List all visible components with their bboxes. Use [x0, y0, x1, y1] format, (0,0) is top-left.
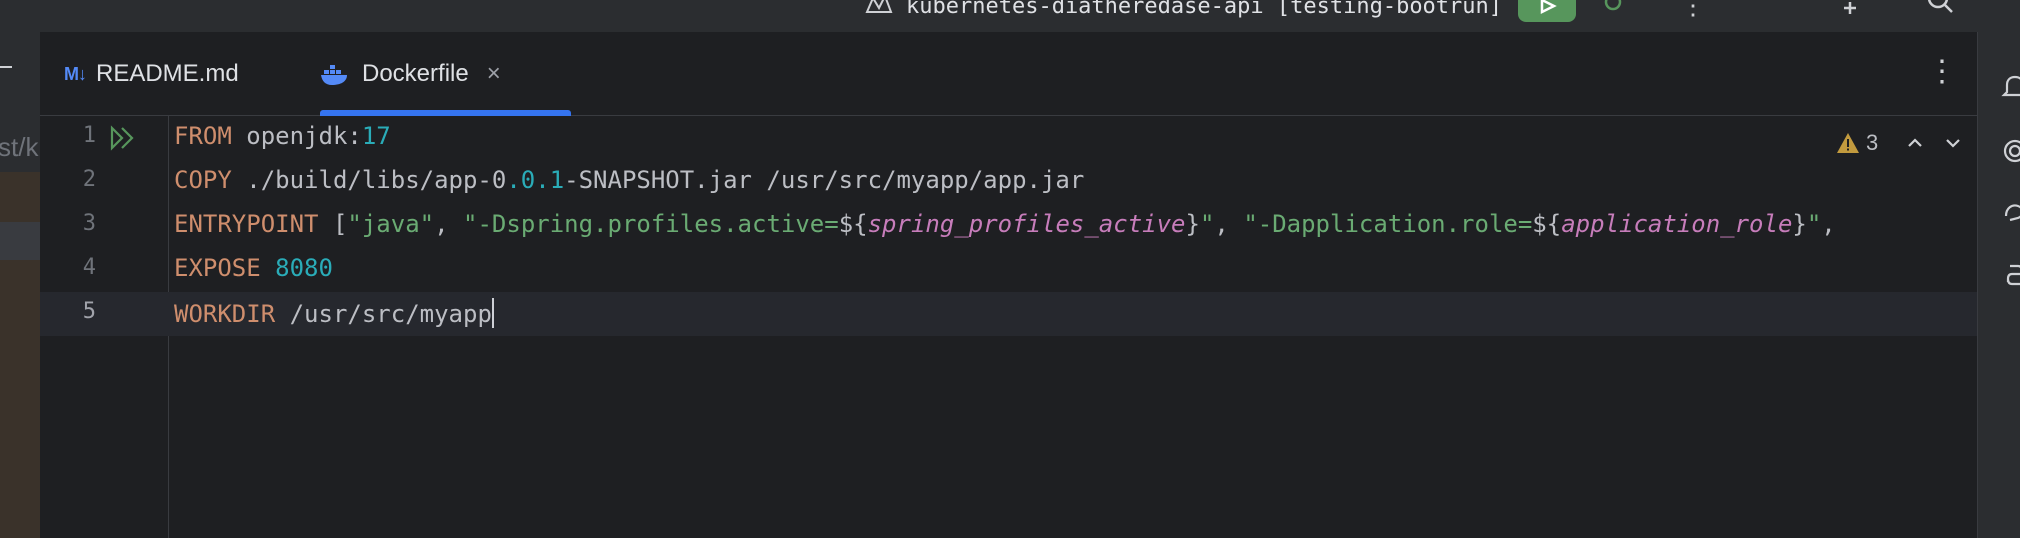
warning-icon	[1837, 133, 1859, 153]
line-number: 3	[82, 211, 96, 236]
template-variable-token: application_role	[1561, 210, 1793, 238]
code-text: ENTRYPOINT ["java", "-Dspring.profiles.a…	[174, 210, 1836, 238]
project-path-fragment[interactable]: st/k	[0, 132, 38, 163]
line-number: 4	[82, 255, 96, 280]
chevron-up-icon[interactable]	[1904, 132, 1926, 154]
more-icon[interactable]: ⋮	[1680, 0, 1706, 21]
code-token: ./build/libs/app-0	[231, 166, 507, 194]
chevron-down-icon[interactable]	[1942, 132, 1964, 154]
inspection-widget[interactable]: 3	[1836, 128, 1964, 158]
keyword-token: WORKDIR	[174, 300, 276, 328]
notifications-icon[interactable]	[2000, 72, 2020, 102]
keyword-token: FROM	[174, 122, 232, 150]
tab-dockerfile[interactable]: Dockerfile ×	[320, 32, 571, 116]
code-token: -SNAPSHOT.jar /usr/src/myapp/app.jar	[564, 166, 1085, 194]
code-line[interactable]: 2 COPY ./build/libs/app-0.0.1-SNAPSHOT.j…	[40, 160, 1977, 204]
tree-row-highlight[interactable]	[0, 260, 40, 538]
code-text: COPY ./build/libs/app-0.0.1-SNAPSHOT.jar…	[174, 166, 1084, 194]
run-button[interactable]	[1518, 0, 1576, 22]
project-icon[interactable]	[864, 0, 894, 20]
markdown-icon: M↓	[64, 63, 87, 84]
project-title[interactable]: kubernetes-diatheredase-api [testing-boo…	[906, 0, 1502, 19]
number-token: .0.1	[506, 166, 565, 194]
title-bar: kubernetes-diatheredase-api [testing-boo…	[0, 0, 2020, 32]
keyword-token: COPY	[174, 166, 232, 194]
template-variable-token: spring_profiles_active	[867, 210, 1186, 238]
close-icon[interactable]: ×	[487, 60, 501, 88]
run-gutter-icon[interactable]	[108, 124, 138, 152]
code-line[interactable]: 4 EXPOSE 8080	[40, 248, 1977, 292]
line-number: 2	[82, 167, 96, 192]
number-token: 17	[361, 122, 391, 150]
python-console-icon[interactable]	[2000, 260, 2020, 290]
collapse-icon[interactable]	[0, 66, 12, 68]
docker-icon	[321, 65, 347, 85]
code-token: }	[1792, 210, 1807, 238]
code-token: openjdk:	[231, 122, 362, 150]
code-token: ${	[838, 210, 868, 238]
tab-readme[interactable]: M↓ README.md	[64, 32, 239, 116]
project-tool-window: st/k	[0, 32, 40, 538]
search-icon[interactable]	[1924, 0, 1958, 16]
code-token: ,	[1214, 210, 1244, 238]
editor-tab-bar: M↓ README.md Dockerfile × ⋮	[40, 32, 1977, 116]
code-line[interactable]: 1 FROM openjdk:17 3	[40, 116, 1977, 160]
code-line-current[interactable]: 5 WORKDIR /usr/src/myapp	[40, 292, 1977, 336]
code-text: WORKDIR /usr/src/myapp	[174, 298, 494, 328]
code-token: /usr/src/myapp	[275, 300, 492, 328]
ai-assistant-icon[interactable]	[2000, 136, 2020, 166]
code-token: }	[1185, 210, 1200, 238]
debug-icon[interactable]	[1598, 0, 1628, 18]
warning-count: 3	[1866, 130, 1879, 155]
tree-row-selected[interactable]	[0, 222, 40, 260]
run-icon	[1540, 0, 1557, 15]
code-editor[interactable]: 1 FROM openjdk:17 3 2 COPY ./build/libs/…	[40, 116, 1977, 538]
add-user-icon[interactable]	[1840, 0, 1874, 18]
line-number: 1	[82, 123, 96, 148]
string-token: "	[1806, 210, 1822, 238]
code-token: [	[318, 210, 348, 238]
code-text: FROM openjdk:17	[174, 122, 391, 150]
code-line[interactable]: 3 ENTRYPOINT ["java", "-Dspring.profiles…	[40, 204, 1977, 248]
code-token: ${	[1532, 210, 1562, 238]
keyword-token: ENTRYPOINT	[174, 210, 319, 238]
text-caret	[491, 298, 494, 328]
right-tool-strip	[1977, 32, 2020, 538]
keyword-token: EXPOSE	[174, 254, 261, 282]
code-token: ,	[1821, 210, 1836, 238]
tab-label: Dockerfile	[362, 60, 469, 87]
string-token: "-Dapplication.role=	[1243, 210, 1533, 238]
code-token: ,	[434, 210, 464, 238]
number-token: 8080	[275, 254, 333, 282]
tab-options-menu-icon[interactable]: ⋮	[1927, 57, 1957, 90]
string-token: "java"	[347, 210, 435, 238]
string-token: "-Dspring.profiles.active=	[463, 210, 839, 238]
line-number: 5	[82, 299, 96, 324]
tree-row-highlight[interactable]	[0, 172, 40, 222]
tab-label: README.md	[96, 60, 239, 87]
string-token: "	[1199, 210, 1215, 238]
code-text: EXPOSE 8080	[174, 254, 333, 282]
database-icon[interactable]	[2000, 198, 2020, 228]
